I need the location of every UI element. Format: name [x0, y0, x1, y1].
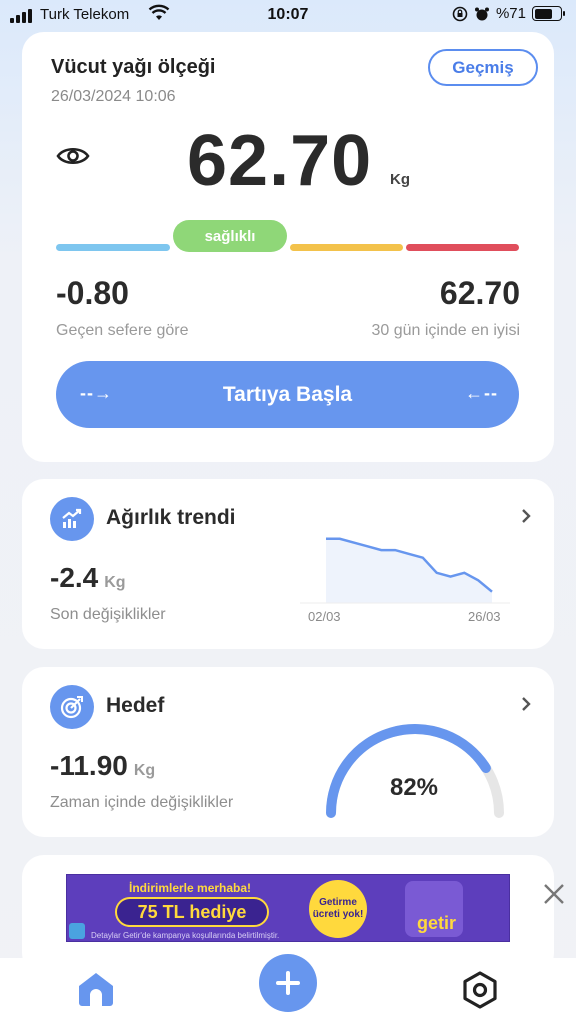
- trend-title: Ağırlık trendi: [106, 506, 236, 529]
- history-button[interactable]: Geçmiş: [428, 49, 538, 86]
- ad-headline: 75 TL hediye: [115, 897, 269, 927]
- status-badge: sağlıklı: [173, 220, 287, 252]
- chevron-right-icon[interactable]: [520, 507, 532, 525]
- ad-disclaimer: Detaylar Getir'de kampanya koşullarında …: [91, 931, 280, 940]
- ad-banner[interactable]: İndirimlerle merhaba! 75 TL hediye Detay…: [66, 874, 510, 942]
- chart-start-date: 02/03: [308, 609, 341, 624]
- battery-percent: %71: [495, 5, 526, 22]
- weight-value: 62.70: [187, 121, 373, 201]
- start-weighing-label: Tartıya Başla: [222, 382, 353, 406]
- chart-end-date: 26/03: [468, 609, 501, 624]
- add-button[interactable]: [259, 954, 317, 1012]
- change-caption: Geçen sefere göre: [56, 322, 189, 339]
- scale-card: Vücut yağı ölçeği 26/03/2024 10:06 Geçmi…: [22, 32, 554, 462]
- trend-caption: Son değişiklikler: [50, 606, 166, 623]
- battery-icon: [532, 6, 565, 21]
- goal-card[interactable]: Hedef -11.90 Kg Zaman içinde değişiklikle…: [22, 667, 554, 837]
- weight-trend-chart: [300, 537, 510, 604]
- settings-icon[interactable]: [460, 970, 500, 1010]
- chevron-right-icon[interactable]: [520, 695, 532, 713]
- change-value: -0.80: [56, 275, 129, 311]
- trend-change: -2.4: [50, 562, 99, 593]
- alarm-icon: [474, 7, 489, 20]
- bottom-nav: [0, 954, 576, 1024]
- status-bar: Turk Telekom 10:07 %71: [0, 0, 576, 30]
- goal-progress-label: 82%: [389, 774, 439, 801]
- home-icon[interactable]: [76, 970, 116, 1008]
- arrow-right-icon: - - →: [80, 383, 112, 403]
- goal-title: Hedef: [106, 694, 165, 717]
- target-icon: [50, 685, 94, 729]
- goal-unit: Kg: [133, 762, 156, 779]
- goal-change: -11.90: [50, 750, 128, 781]
- trend-area: [326, 538, 492, 603]
- trend-chart-icon: [50, 497, 94, 541]
- measurement-datetime: 26/03/2024 10:06: [51, 88, 176, 105]
- ad-choices-icon[interactable]: [69, 923, 85, 939]
- add-icon: [276, 971, 300, 995]
- arrow-left-icon: ← - -: [465, 383, 497, 403]
- goal-value: -11.90 Kg: [50, 750, 155, 782]
- range-segment-low: [56, 244, 170, 251]
- best-value: 62.70: [439, 275, 520, 311]
- range-segment-obese: [406, 244, 519, 251]
- goal-caption: Zaman içinde değişiklikler: [50, 794, 234, 811]
- weight-unit: Kg: [390, 171, 410, 188]
- start-weighing-button[interactable]: - - → Tartıya Başla ← - -: [56, 361, 519, 428]
- trend-unit: Kg: [104, 574, 126, 591]
- ad-brand: getir: [417, 913, 457, 933]
- close-icon[interactable]: [542, 882, 566, 906]
- goal-progress-gauge: [326, 724, 504, 818]
- ad-line1: İndirimlerle merhaba!: [129, 881, 252, 895]
- ad-badge: Getirme ücreti yok!: [309, 880, 367, 938]
- rotation-lock-icon: [452, 6, 468, 21]
- weight-trend-card[interactable]: Ağırlık trendi -2.4 Kg Son değişiklikler …: [22, 479, 554, 649]
- range-segment-high: [290, 244, 403, 251]
- best-caption: 30 gün içinde en iyisi: [371, 322, 520, 339]
- trend-value: -2.4 Kg: [50, 562, 126, 594]
- card-title: Vücut yağı ölçeği: [51, 56, 216, 78]
- eye-icon[interactable]: [56, 144, 90, 168]
